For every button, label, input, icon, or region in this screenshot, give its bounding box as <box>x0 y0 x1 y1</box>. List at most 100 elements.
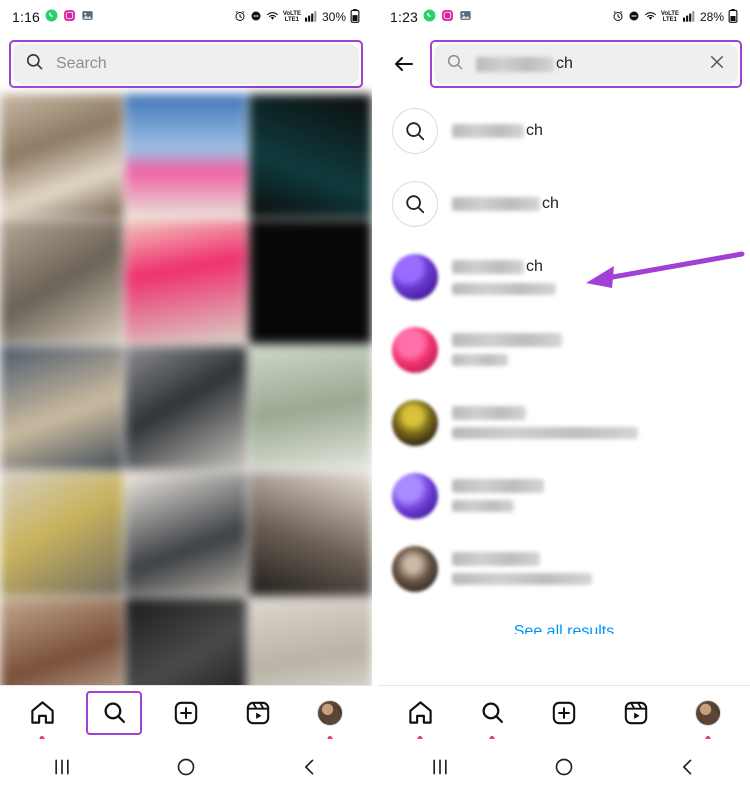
nav-create[interactable] <box>158 691 214 735</box>
system-nav-right <box>378 739 750 794</box>
result-text: ch <box>452 195 736 213</box>
search-bar-container-left: Search <box>0 34 372 94</box>
whatsapp-icon <box>423 9 436 25</box>
list-item[interactable] <box>378 386 750 459</box>
grid-cell[interactable] <box>124 346 248 470</box>
search-input[interactable]: ch <box>434 44 738 84</box>
grid-cell[interactable] <box>124 220 248 344</box>
nav-create[interactable] <box>536 691 592 735</box>
result-visible-suffix: ch <box>526 258 543 275</box>
status-time: 1:23 <box>390 9 419 25</box>
status-bar-right-group: VoLTE LTE1 30% <box>234 8 360 26</box>
search-icon <box>392 107 438 154</box>
redacted-subtext <box>452 500 514 512</box>
nav-profile[interactable] <box>302 691 358 741</box>
list-item[interactable] <box>378 459 750 532</box>
recents-icon[interactable] <box>32 747 92 787</box>
wifi-icon <box>266 10 279 25</box>
redacted-text <box>452 333 562 347</box>
search-highlight-box: Search <box>9 40 363 88</box>
volte-label: VoLTE LTE1 <box>283 11 301 23</box>
search-icon <box>25 52 44 76</box>
nav-profile[interactable] <box>680 691 736 741</box>
list-item[interactable] <box>378 532 750 605</box>
status-bar-left-group: 1:23 <box>390 9 472 25</box>
battery-percent: 28% <box>699 10 724 24</box>
volte-bottom: LTE1 <box>284 17 300 23</box>
redacted-text <box>452 479 544 493</box>
right-phone-screenshot: 1:23 VoLTE LTE1 28% ch ch ch ch See all … <box>378 0 750 794</box>
list-item[interactable] <box>378 313 750 386</box>
instagram-icon <box>63 9 76 25</box>
dnd-icon <box>250 10 262 25</box>
grid-cell[interactable] <box>124 94 248 218</box>
redacted-subtext <box>452 283 556 295</box>
whatsapp-icon <box>45 9 58 25</box>
grid-cell[interactable] <box>0 472 123 596</box>
bottom-nav-left <box>0 685 372 741</box>
avatar <box>392 472 438 519</box>
search-highlight-box: ch <box>430 40 742 88</box>
recents-icon[interactable] <box>410 747 470 787</box>
battery-icon <box>350 8 360 26</box>
screenshot-root: 1:16 VoLTE LTE1 30% Search 1:23 VoLTE LT… <box>0 0 750 794</box>
result-visible-suffix: ch <box>542 194 559 212</box>
nav-search[interactable] <box>464 691 520 741</box>
result-text: ch <box>452 122 736 140</box>
status-bar-left: 1:16 VoLTE LTE1 30% <box>0 0 372 34</box>
wifi-icon <box>644 10 657 25</box>
search-input[interactable]: Search <box>13 44 359 84</box>
nav-home[interactable] <box>14 691 70 741</box>
explore-photo-grid[interactable] <box>0 94 372 706</box>
avatar <box>317 699 343 726</box>
redacted-subtext <box>452 573 592 585</box>
status-bar-right: 1:23 VoLTE LTE1 28% <box>378 0 750 34</box>
redacted-text <box>452 260 524 274</box>
redacted-subtext <box>452 354 508 366</box>
close-icon[interactable] <box>708 53 726 76</box>
redacted-query <box>476 56 554 72</box>
nav-reels[interactable] <box>230 691 286 735</box>
home-circle-icon[interactable] <box>534 747 594 787</box>
back-icon[interactable] <box>280 747 340 787</box>
result-text <box>452 552 736 585</box>
avatar <box>392 399 438 446</box>
search-results-list[interactable]: ch ch ch See all results <box>378 94 750 634</box>
grid-cell[interactable] <box>124 472 248 596</box>
grid-cell[interactable] <box>0 346 123 470</box>
list-item[interactable]: ch <box>378 167 750 240</box>
left-phone-screenshot: 1:16 VoLTE LTE1 30% Search <box>0 0 372 794</box>
back-arrow-icon[interactable] <box>382 42 426 86</box>
system-nav-left <box>0 739 372 794</box>
home-circle-icon[interactable] <box>156 747 216 787</box>
signal-icon <box>304 10 318 25</box>
result-visible-suffix: ch <box>526 121 543 139</box>
list-item[interactable]: ch <box>378 240 750 313</box>
grid-cell[interactable] <box>0 94 123 218</box>
result-text: ch <box>452 258 736 295</box>
redacted-text <box>452 552 540 566</box>
nav-search[interactable] <box>86 690 142 735</box>
redacted-text <box>452 406 526 420</box>
grid-cell[interactable] <box>249 472 372 596</box>
query-visible-suffix: ch <box>556 55 573 72</box>
grid-cell[interactable] <box>249 94 372 218</box>
search-icon <box>446 53 464 76</box>
battery-icon <box>728 8 738 26</box>
nav-reels[interactable] <box>608 691 664 735</box>
grid-cell[interactable] <box>249 220 372 344</box>
avatar <box>695 699 721 726</box>
avatar <box>392 326 438 373</box>
list-item[interactable]: ch <box>378 94 750 167</box>
redacted-text <box>452 196 540 211</box>
result-text <box>452 406 736 439</box>
see-all-results-link[interactable]: See all results <box>378 605 750 634</box>
back-icon[interactable] <box>658 747 718 787</box>
result-text <box>452 333 736 366</box>
grid-cell[interactable] <box>0 220 123 344</box>
alarm-icon <box>612 10 624 25</box>
status-time: 1:16 <box>12 9 41 25</box>
instagram-icon <box>441 9 454 25</box>
grid-cell[interactable] <box>249 346 372 470</box>
nav-home[interactable] <box>392 691 448 741</box>
